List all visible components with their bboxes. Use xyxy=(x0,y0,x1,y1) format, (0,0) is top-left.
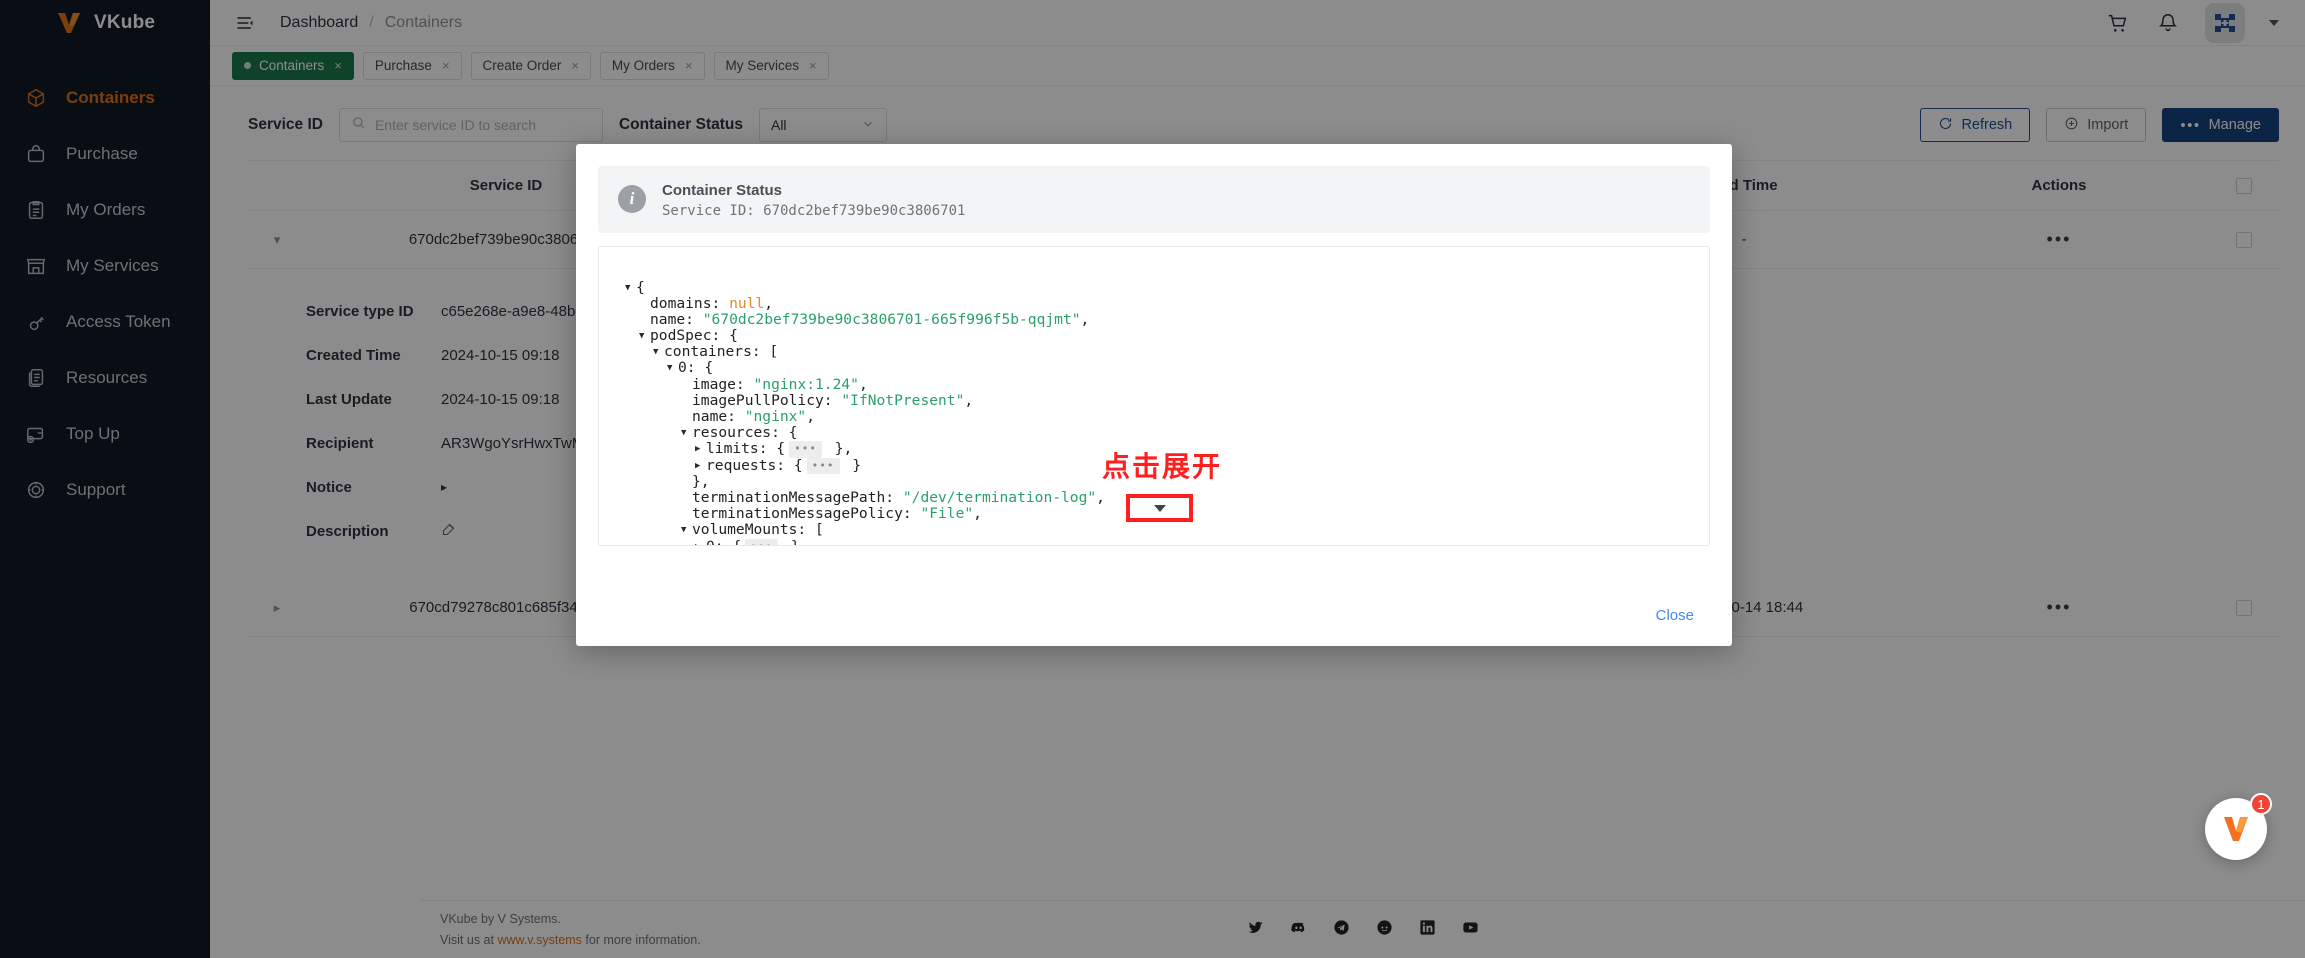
json-line: resources: { xyxy=(625,424,1709,442)
json-punct: , xyxy=(964,391,974,409)
json-punct: } xyxy=(782,538,800,545)
json-punct: , xyxy=(806,408,816,425)
json-line: podSpec: { xyxy=(625,327,1709,345)
json-line: name: "670dc2bef739be90c3806701-665f996f… xyxy=(625,310,1709,328)
json-token: volumeMounts: [ xyxy=(692,521,824,539)
json-line: 0: { xyxy=(625,360,1709,376)
annotation-highlight-box xyxy=(1126,494,1193,522)
json-value: "File" xyxy=(920,505,974,523)
json-line: domains: null, xyxy=(625,294,1709,312)
json-punct: }, xyxy=(825,440,853,458)
json-key: domains: xyxy=(650,294,730,312)
json-line: { xyxy=(625,278,1709,296)
support-chat-button[interactable]: 1 xyxy=(2205,793,2272,860)
json-token: }, xyxy=(692,472,710,490)
app-root: VKube Containers Purchase My Orders My S… xyxy=(0,0,2305,958)
json-expand-toggle[interactable] xyxy=(695,458,706,474)
json-line: image: "nginx:1.24", xyxy=(625,375,1709,393)
json-key: image: xyxy=(692,375,754,393)
info-icon: i xyxy=(618,185,646,214)
json-collapse-toggle[interactable] xyxy=(681,522,692,538)
json-token: resources: { xyxy=(692,424,798,442)
annotation-text: 点击展开 xyxy=(1102,450,1223,483)
json-token: 0: { xyxy=(678,359,714,377)
json-key: name: xyxy=(650,310,703,328)
json-value: "nginx" xyxy=(744,408,807,425)
json-key: imagePullPolicy: xyxy=(692,391,842,409)
json-collapse-toggle[interactable] xyxy=(667,360,678,376)
modal-footer: Close xyxy=(576,607,1732,646)
json-token: requests: { xyxy=(706,456,803,474)
chevron-down-icon[interactable] xyxy=(1153,504,1166,512)
json-expand-toggle[interactable] xyxy=(695,539,706,545)
close-button[interactable]: Close xyxy=(1656,607,1694,624)
json-line: 0: { ••• } xyxy=(625,538,1709,545)
json-value: "670dc2bef739be90c3806701-665f996f5b-qqj… xyxy=(702,310,1081,328)
json-collapsed-ellipsis[interactable]: ••• xyxy=(789,441,822,458)
json-key: terminationMessagePath: xyxy=(692,488,903,506)
notification-badge: 1 xyxy=(2250,793,2272,815)
modal-title: Container Status xyxy=(662,182,783,199)
json-collapse-toggle[interactable] xyxy=(639,328,650,344)
json-collapse-toggle[interactable] xyxy=(681,425,692,441)
json-value: null xyxy=(729,294,765,312)
json-token: limits: { xyxy=(706,440,786,458)
json-token: { xyxy=(636,278,645,296)
json-expand-toggle[interactable] xyxy=(695,441,706,457)
json-collapse-toggle[interactable] xyxy=(653,344,664,360)
json-token: podSpec: { xyxy=(650,327,738,345)
modal-header: i Container Status Service ID: 670dc2bef… xyxy=(598,166,1710,233)
container-status-modal: i Container Status Service ID: 670dc2bef… xyxy=(576,144,1732,646)
json-punct: , xyxy=(858,375,868,393)
json-value: "/dev/termination-log" xyxy=(902,488,1097,506)
json-punct: , xyxy=(1096,488,1105,506)
json-collapsed-ellipsis[interactable]: ••• xyxy=(806,457,840,474)
json-line: imagePullPolicy: "IfNotPresent", xyxy=(625,391,1709,409)
modal-subtitle: Service ID: 670dc2bef739be90c3806701 xyxy=(662,202,966,219)
json-punct: , xyxy=(973,505,982,523)
json-collapse-toggle[interactable] xyxy=(625,280,636,296)
json-value: "IfNotPresent" xyxy=(841,391,965,409)
json-line: name: "nginx", xyxy=(625,408,1709,425)
json-value: "nginx:1.24" xyxy=(753,375,859,393)
json-punct: } xyxy=(843,456,862,474)
json-token: containers: [ xyxy=(664,343,779,361)
json-punct: , xyxy=(764,294,774,312)
json-collapsed-ellipsis[interactable]: ••• xyxy=(745,538,779,545)
json-key: terminationMessagePolicy: xyxy=(692,505,921,523)
v-logo-icon xyxy=(2224,817,2248,841)
json-line: containers: [ xyxy=(625,344,1709,360)
json-punct: , xyxy=(1080,310,1090,328)
json-key: name: xyxy=(692,408,745,425)
json-line: volumeMounts: [ xyxy=(625,522,1709,538)
json-token: 0: { xyxy=(706,538,741,545)
